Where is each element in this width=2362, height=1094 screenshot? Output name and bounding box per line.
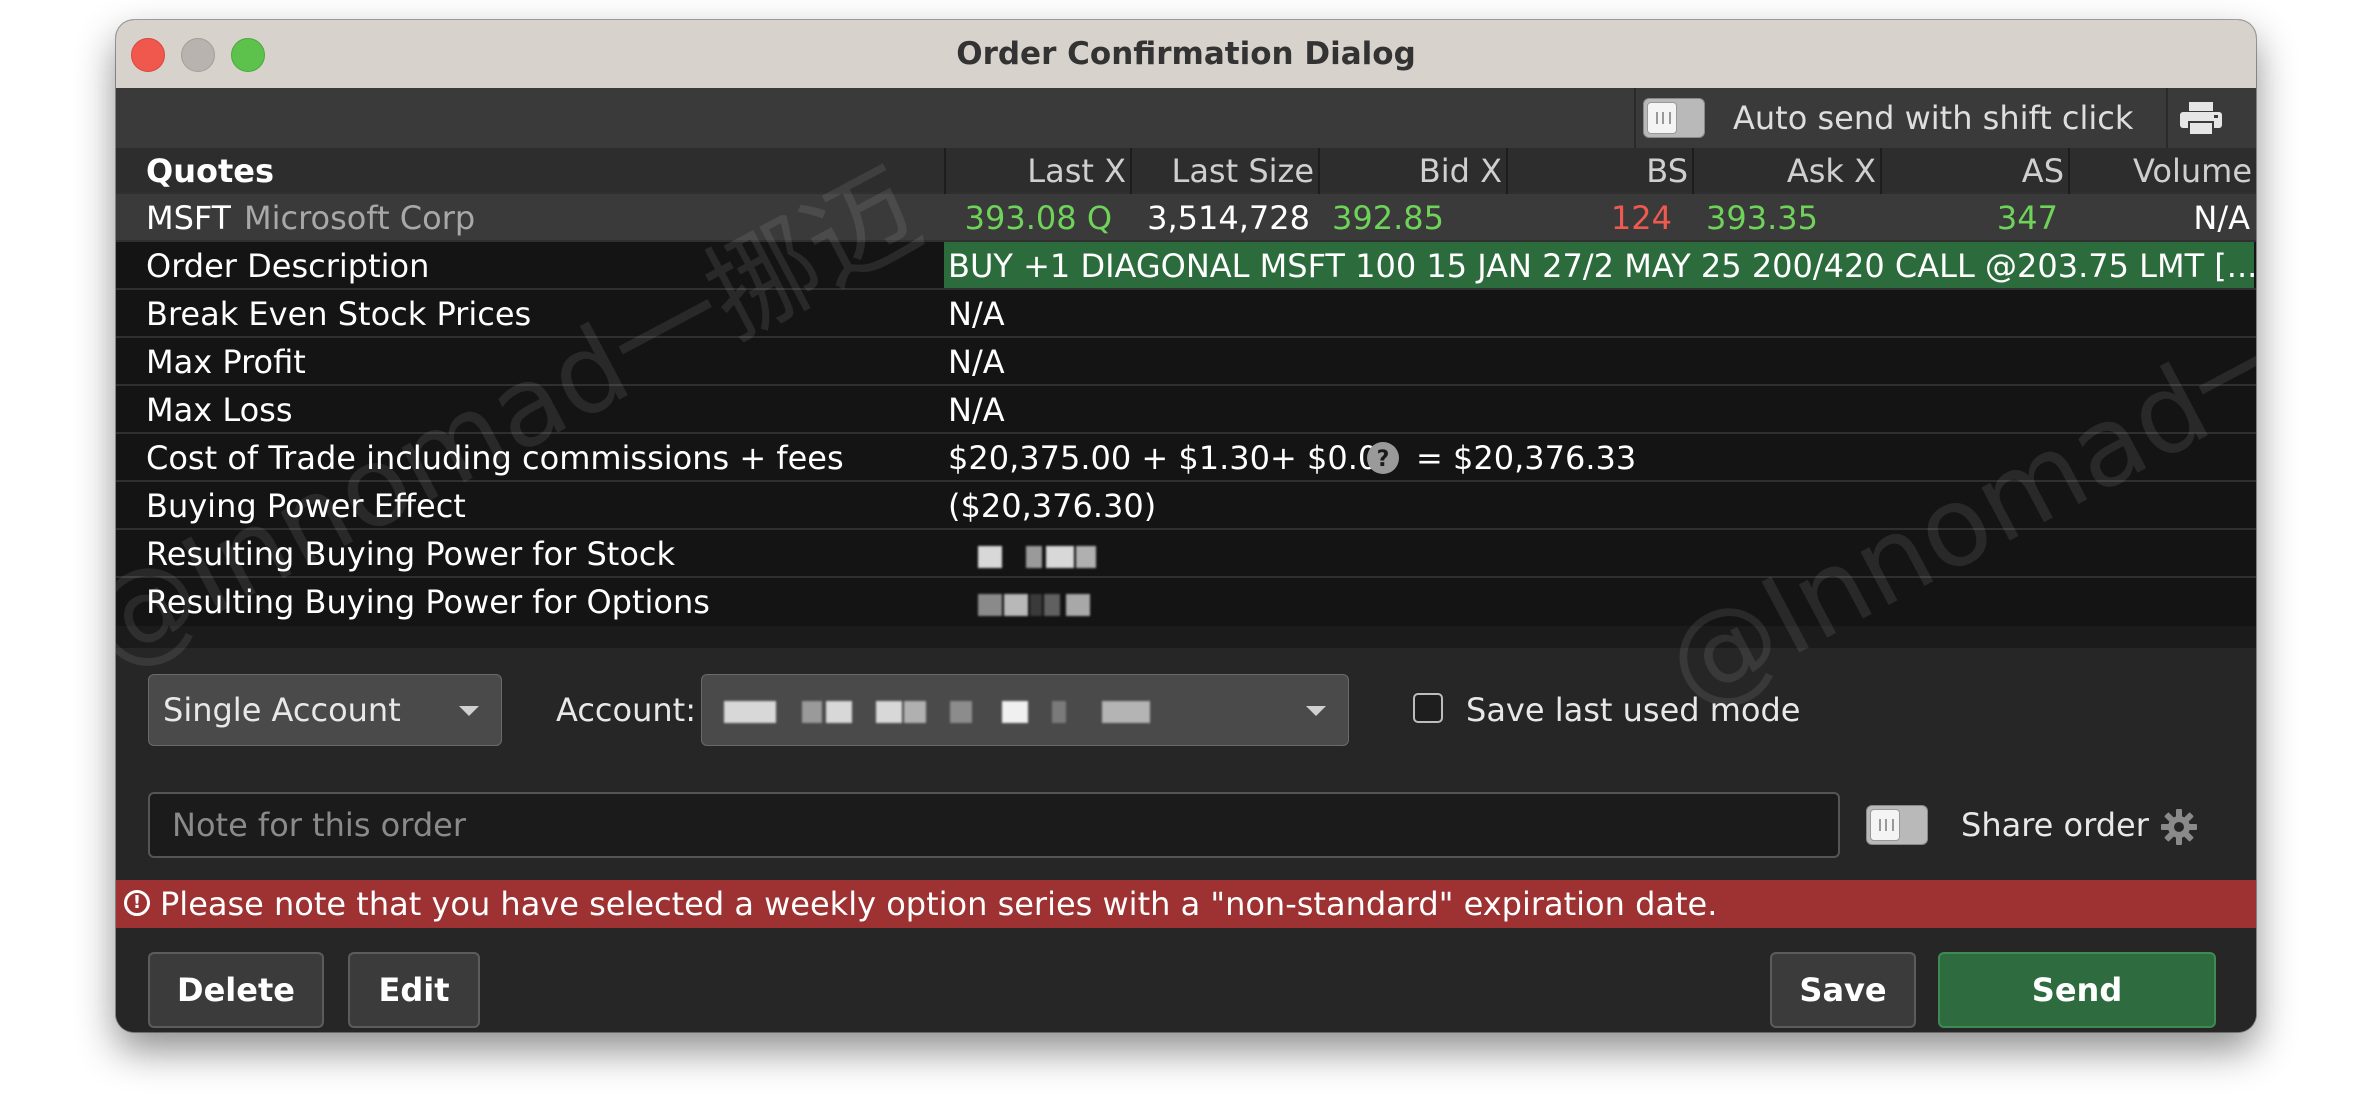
window-title: Order Confirmation Dialog	[956, 36, 1416, 72]
account-mode-select[interactable]: Single Account	[148, 674, 502, 746]
svg-text:?: ?	[1377, 447, 1390, 472]
warning-text: Please note that you have selected a wee…	[160, 885, 1718, 923]
save-last-mode-label: Save last used mode	[1466, 691, 1801, 729]
quote-bid-x: 392.85	[1332, 199, 1444, 237]
max-loss-label: Max Loss	[146, 391, 293, 429]
cost-of-trade-row: Cost of Trade including commissions + fe…	[116, 434, 2256, 482]
max-profit-label: Max Profit	[146, 343, 306, 381]
toggle-knob	[1647, 102, 1677, 134]
quote-last-size: 3,514,728	[1147, 199, 1310, 237]
cost-of-trade-value: $20,375.00 + $1.30+ $0.03	[948, 439, 1399, 477]
quote-ask-x: 393.35	[1706, 199, 1818, 237]
max-profit-row: Max Profit N/A	[116, 338, 2256, 386]
auto-send-toggle[interactable]	[1643, 98, 1705, 138]
order-description-label: Order Description	[146, 247, 430, 285]
account-mode-value: Single Account	[163, 691, 401, 729]
toolbar-divider	[2166, 88, 2168, 148]
quote-volume: N/A	[2193, 199, 2250, 237]
quote-last-x: 393.08 Q	[964, 199, 1112, 237]
col-last-x[interactable]: Last X	[944, 148, 1130, 194]
share-order-label: Share order	[1961, 806, 2149, 844]
col-volume[interactable]: Volume	[2068, 148, 2256, 194]
resulting-bp-options-label: Resulting Buying Power for Options	[146, 583, 710, 621]
order-description-row: Order Description BUY +1 DIAGONAL MSFT 1…	[116, 242, 2256, 290]
save-button[interactable]: Save	[1770, 952, 1916, 1028]
chevron-down-icon	[459, 706, 479, 716]
resulting-bp-options-row: Resulting Buying Power for Options	[116, 578, 2256, 626]
col-bid-x[interactable]: Bid X	[1318, 148, 1506, 194]
save-last-mode-checkbox[interactable]	[1413, 693, 1443, 723]
account-section: Single Account Account: Save last used m…	[116, 648, 2256, 771]
toolbar: Auto send with shift click	[116, 88, 2256, 149]
gear-icon[interactable]	[2160, 808, 2198, 846]
quote-symbol: MSFT	[146, 199, 232, 237]
cost-of-trade-label: Cost of Trade including commissions + fe…	[146, 439, 844, 477]
delete-button[interactable]: Delete	[148, 952, 324, 1028]
col-bs[interactable]: BS	[1506, 148, 1692, 194]
col-as[interactable]: AS	[1880, 148, 2068, 194]
non-standard-expiration-warning: ! Please note that you have selected a w…	[116, 880, 2256, 928]
account-label: Account:	[556, 691, 696, 729]
break-even-label: Break Even Stock Prices	[146, 295, 532, 333]
toolbar-divider	[1634, 88, 1636, 148]
buying-power-effect-label: Buying Power Effect	[146, 487, 466, 525]
note-section: Share order	[116, 770, 2256, 880]
share-order-toggle[interactable]	[1866, 805, 1928, 845]
order-description-value: BUY +1 DIAGONAL MSFT 100 15 JAN 27/2 MAY…	[944, 242, 2254, 288]
quote-as: 347	[1996, 199, 2058, 237]
send-button[interactable]: Send	[1938, 952, 2216, 1028]
cost-of-trade-total: = $20,376.33	[1416, 439, 1637, 477]
exclamation-circle-icon: !	[124, 890, 150, 916]
col-ask-x[interactable]: Ask X	[1692, 148, 1880, 194]
resulting-bp-stock-label: Resulting Buying Power for Stock	[146, 535, 676, 573]
resulting-bp-stock-row: Resulting Buying Power for Stock	[116, 530, 2256, 578]
help-icon[interactable]: ?	[1366, 441, 1400, 475]
max-loss-value: N/A	[948, 391, 1005, 429]
break-even-value: N/A	[948, 295, 1005, 333]
buying-power-effect-value: ($20,376.30)	[948, 487, 1157, 525]
footer-buttons: Delete Edit Save Send	[116, 928, 2256, 1032]
quote-bs: 124	[1610, 199, 1672, 237]
edit-button[interactable]: Edit	[348, 952, 480, 1028]
max-profit-value: N/A	[948, 343, 1005, 381]
printer-icon[interactable]	[2178, 101, 2224, 137]
break-even-row: Break Even Stock Prices N/A	[116, 290, 2256, 338]
chevron-down-icon	[1306, 706, 1326, 716]
order-confirmation-window: Order Confirmation Dialog Auto send with…	[116, 20, 2256, 1032]
buying-power-effect-row: Buying Power Effect ($20,376.30)	[116, 482, 2256, 530]
quotes-title: Quotes	[146, 152, 275, 190]
order-note-input[interactable]	[148, 792, 1840, 858]
toggle-knob	[1870, 809, 1900, 841]
title-bar: Order Confirmation Dialog	[116, 20, 2256, 89]
quotes-header-row: Quotes Last X Last Size Bid X BS Ask X A…	[116, 148, 2256, 194]
max-loss-row: Max Loss N/A	[116, 386, 2256, 434]
quote-row-msft[interactable]: MSFT Microsoft Corp 393.08 Q 3,514,728 3…	[116, 194, 2256, 242]
quote-company-name: Microsoft Corp	[244, 199, 476, 237]
auto-send-label: Auto send with shift click	[1733, 99, 2134, 137]
col-last-size[interactable]: Last Size	[1130, 148, 1318, 194]
account-select[interactable]	[701, 674, 1349, 746]
